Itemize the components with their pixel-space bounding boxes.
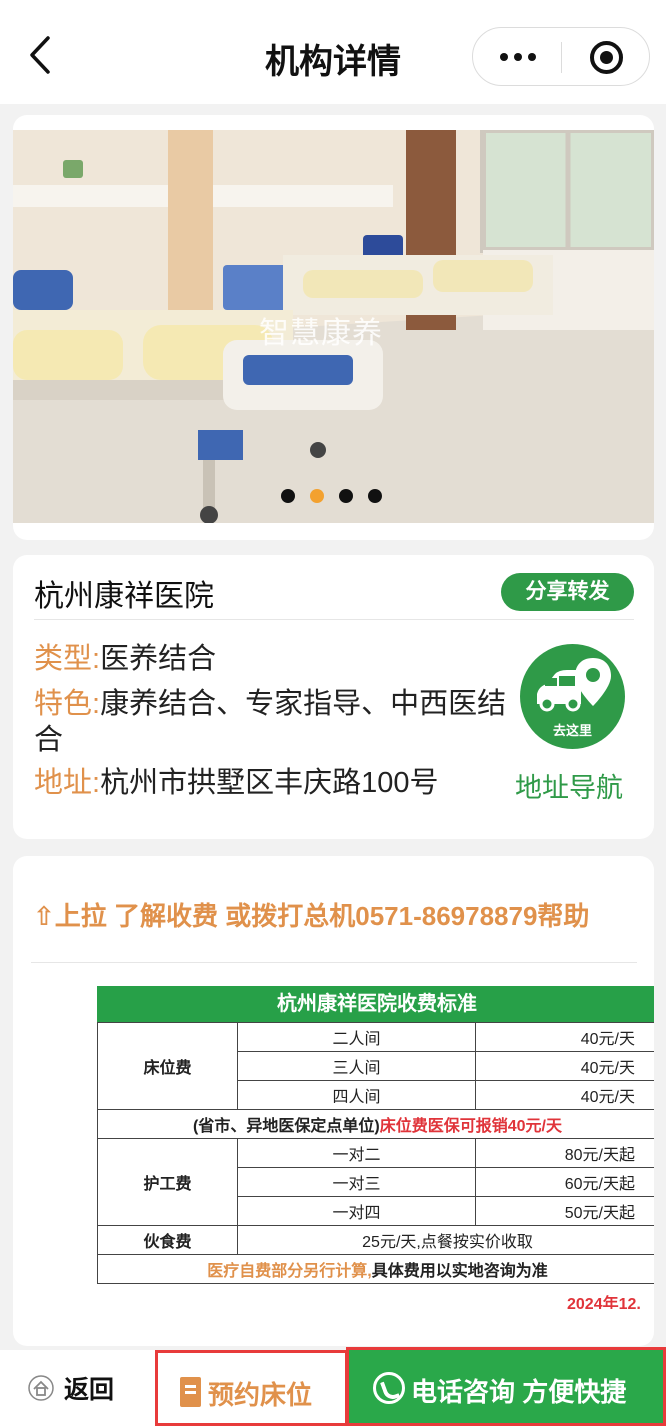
close-miniprogram-icon[interactable] [590, 41, 623, 74]
table-row: 医疗自费部分另行计算,具体费用以实地咨询为准 [97, 1254, 654, 1284]
capsule-divider [561, 42, 562, 73]
self-pay-note: 医疗自费部分另行计算,具体费用以实地咨询为准 [97, 1254, 654, 1284]
care-fee-label: 护工费 [97, 1138, 238, 1226]
carousel-indicator [281, 489, 382, 503]
table-row: 护工费 一对二 80元/天起 [97, 1138, 654, 1226]
table-row: 床位费 二人间 40元/天 [97, 1022, 654, 1110]
bed-fee-label: 床位费 [97, 1022, 238, 1110]
fee-table-image: 杭州康祥医院收费标准 床位费 二人间 40元/天 三人间 40元/天 四人间 4… [97, 986, 654, 1309]
book-bed-label: 预约床位 [208, 1380, 313, 1410]
bottom-action-bar: 返回 预约床位 电话咨询 方便快捷 [0, 1347, 666, 1426]
document-icon [180, 1377, 201, 1407]
feature-value: 康养结合、专家指导、中西医结合 [34, 688, 507, 756]
meal-fee-label: 伙食费 [97, 1225, 238, 1255]
ward-photo: 智慧康养 [13, 130, 654, 523]
type-label: 类型: [34, 643, 101, 675]
address-row: 地址:杭州市拱墅区丰庆路100号 [34, 765, 438, 801]
fees-hint: ⇧上拉 了解收费 或拨打总机0571-86978879帮助 [33, 901, 590, 931]
table-row: 伙食费 25元/天,点餐按实价收取 [97, 1225, 654, 1255]
home-icon [28, 1375, 54, 1401]
fees-card: ⇧上拉 了解收费 或拨打总机0571-86978879帮助 杭州康祥医院收费标准… [13, 856, 654, 1346]
feature-row: 特色:康养结合、专家指导、中西医结合 [34, 686, 514, 758]
divider [34, 619, 634, 620]
feature-label: 特色: [34, 688, 101, 720]
room-price: 40元/天 [475, 1080, 654, 1110]
fee-date: 2024年12, [567, 1296, 641, 1309]
room-price: 40元/天 [475, 1022, 654, 1052]
room-price: 40元/天 [475, 1051, 654, 1081]
carousel-dot[interactable] [281, 489, 295, 503]
type-row: 类型:医养结合 [34, 641, 216, 677]
book-bed-button[interactable]: 预约床位 [155, 1350, 348, 1426]
address-navigation-link[interactable]: 地址导航 [515, 766, 623, 805]
phone-consult-button[interactable]: 电话咨询 方便快捷 [346, 1347, 666, 1426]
room-type: 四人间 [237, 1080, 476, 1110]
meal-fee-value: 25元/天,点餐按实价收取 [237, 1225, 654, 1255]
car-location-icon [537, 658, 611, 712]
carousel-dot[interactable] [368, 489, 382, 503]
table-row: (省市、异地医保定点单位)床位费医保可报销40元/天 [97, 1109, 654, 1139]
carousel-dot[interactable] [339, 489, 353, 503]
phone-consult-label: 电话咨询 方便快捷 [411, 1377, 627, 1407]
menu-capsule [472, 27, 650, 86]
care-price: 80元/天起 [475, 1138, 654, 1168]
care-ratio: 一对二 [237, 1138, 476, 1168]
room-type: 三人间 [237, 1051, 476, 1081]
share-button[interactable]: 分享转发 [501, 573, 634, 611]
room-type: 二人间 [237, 1022, 476, 1052]
care-ratio: 一对三 [237, 1167, 476, 1197]
return-button[interactable]: 返回 [28, 1370, 114, 1406]
go-here-label: 去这里 [552, 723, 592, 738]
photo-carousel[interactable]: 智慧康养 [13, 115, 654, 540]
phone-icon [373, 1372, 405, 1404]
go-here-button[interactable]: 去这里 [520, 644, 625, 749]
return-label: 返回 [64, 1376, 115, 1404]
carousel-watermark: 智慧康养 [259, 317, 383, 350]
fee-table: 床位费 二人间 40元/天 三人间 40元/天 四人间 40元/天 (省市、异地… [97, 1022, 654, 1284]
type-value: 医养结合 [100, 643, 217, 675]
carousel-dot-active[interactable] [310, 489, 324, 503]
address-value: 杭州市拱墅区丰庆路100号 [100, 767, 439, 799]
address-label: 地址: [34, 767, 101, 799]
nav-bar: 机构详情 [0, 0, 666, 104]
fee-table-title: 杭州康祥医院收费标准 [97, 986, 654, 1022]
insurance-note: (省市、异地医保定点单位)床位费医保可报销40元/天 [97, 1109, 654, 1139]
more-icon[interactable] [493, 38, 543, 76]
care-price: 60元/天起 [475, 1167, 654, 1197]
care-price: 50元/天起 [475, 1196, 654, 1226]
institution-info-card: 杭州康祥医院 分享转发 类型:医养结合 特色:康养结合、专家指导、中西医结合 地… [13, 555, 654, 839]
divider [31, 962, 637, 963]
institution-name: 杭州康祥医院 [34, 580, 214, 613]
care-ratio: 一对四 [237, 1196, 476, 1226]
